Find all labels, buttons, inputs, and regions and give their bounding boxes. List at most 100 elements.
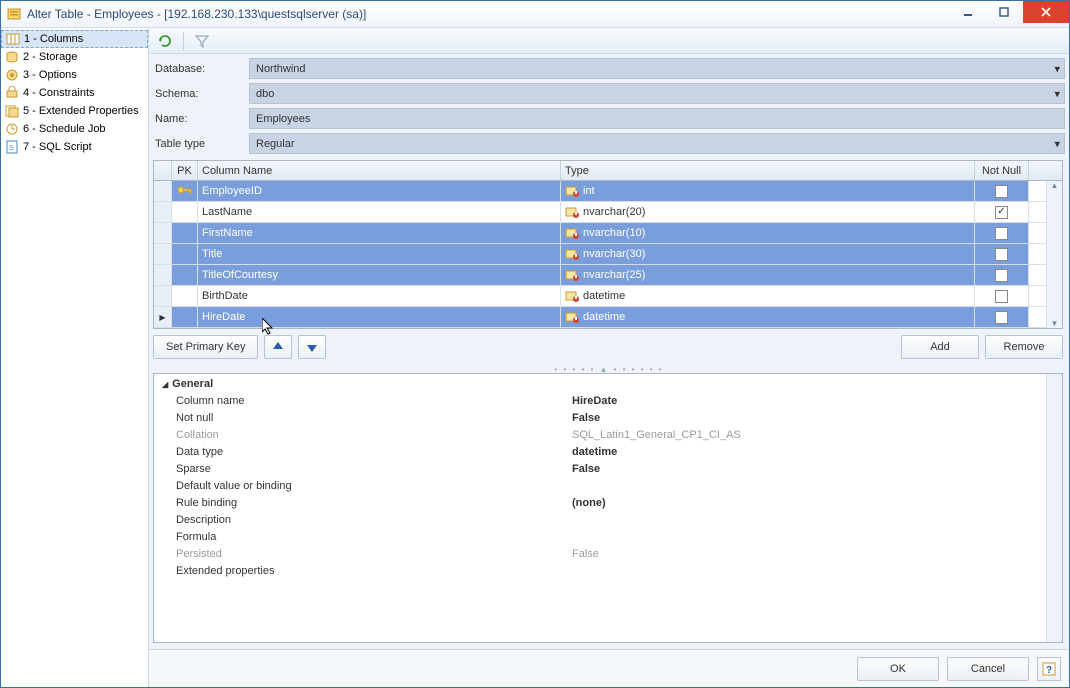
property-value: datetime bbox=[572, 446, 1038, 458]
cell-not-null[interactable] bbox=[975, 202, 1029, 222]
checkbox[interactable] bbox=[995, 248, 1008, 261]
cell-not-null[interactable] bbox=[975, 223, 1029, 243]
row-selector[interactable] bbox=[154, 223, 172, 243]
checkbox[interactable] bbox=[995, 311, 1008, 324]
splitter[interactable]: • • • • • ▲ • • • • • • bbox=[149, 365, 1069, 373]
filter-button[interactable] bbox=[192, 31, 212, 51]
property-row[interactable]: SparseFalse bbox=[162, 460, 1038, 477]
cell-column-name[interactable]: EmployeeID bbox=[198, 181, 561, 201]
cell-type[interactable]: datetime bbox=[561, 307, 975, 327]
datatype-icon bbox=[565, 268, 579, 282]
header-pk[interactable]: PK bbox=[172, 161, 198, 180]
sidebar-item-extended-properties[interactable]: 5 - Extended Properties bbox=[1, 102, 148, 120]
datatype-icon bbox=[565, 247, 579, 261]
cell-not-null[interactable] bbox=[975, 265, 1029, 285]
datatype-icon bbox=[565, 226, 579, 240]
scroll-down-icon[interactable]: ▼ bbox=[1051, 319, 1059, 328]
move-up-button[interactable] bbox=[264, 335, 292, 359]
tabletype-field[interactable]: Regular▾ bbox=[249, 133, 1065, 154]
table-row[interactable]: EmployeeIDint bbox=[154, 181, 1046, 202]
cell-column-name[interactable]: Title bbox=[198, 244, 561, 264]
table-row[interactable]: BirthDatedatetime bbox=[154, 286, 1046, 307]
property-row[interactable]: Rule binding(none) bbox=[162, 494, 1038, 511]
cancel-button[interactable]: Cancel bbox=[947, 657, 1029, 681]
maximize-button[interactable] bbox=[987, 1, 1021, 23]
checkbox[interactable] bbox=[995, 269, 1008, 282]
row-selector[interactable] bbox=[154, 244, 172, 264]
table-row[interactable]: TitleOfCourtesynvarchar(25) bbox=[154, 265, 1046, 286]
cell-pk[interactable] bbox=[172, 286, 198, 306]
property-row[interactable]: CollationSQL_Latin1_General_CP1_CI_AS bbox=[162, 426, 1038, 443]
cell-type[interactable]: nvarchar(30) bbox=[561, 244, 975, 264]
sidebar-item-sql-script[interactable]: S 7 - SQL Script bbox=[1, 138, 148, 156]
checkbox[interactable] bbox=[995, 227, 1008, 240]
minimize-button[interactable] bbox=[951, 1, 985, 23]
property-row[interactable]: Default value or binding bbox=[162, 477, 1038, 494]
checkbox[interactable] bbox=[995, 185, 1008, 198]
help-button[interactable]: ? bbox=[1037, 657, 1061, 681]
sidebar-item-options[interactable]: 3 - Options bbox=[1, 66, 148, 84]
table-row[interactable]: FirstNamenvarchar(10) bbox=[154, 223, 1046, 244]
cell-pk[interactable] bbox=[172, 307, 198, 327]
property-row[interactable]: PersistedFalse bbox=[162, 545, 1038, 562]
header-column-name[interactable]: Column Name bbox=[198, 161, 561, 180]
remove-button[interactable]: Remove bbox=[985, 335, 1063, 359]
scroll-up-icon[interactable]: ▲ bbox=[1051, 181, 1059, 190]
property-row[interactable]: Formula bbox=[162, 528, 1038, 545]
row-selector[interactable] bbox=[154, 286, 172, 306]
database-field[interactable]: Northwind▾ bbox=[249, 58, 1065, 79]
checkbox[interactable] bbox=[995, 206, 1008, 219]
cell-column-name[interactable]: TitleOfCourtesy bbox=[198, 265, 561, 285]
name-field[interactable]: Employees bbox=[249, 108, 1065, 129]
cell-not-null[interactable] bbox=[975, 244, 1029, 264]
cell-pk[interactable] bbox=[172, 265, 198, 285]
cell-not-null[interactable] bbox=[975, 286, 1029, 306]
table-row[interactable]: LastNamenvarchar(20) bbox=[154, 202, 1046, 223]
table-row[interactable]: HireDatedatetime bbox=[154, 307, 1046, 328]
cell-column-name[interactable]: BirthDate bbox=[198, 286, 561, 306]
checkbox[interactable] bbox=[995, 290, 1008, 303]
property-row[interactable]: Not nullFalse bbox=[162, 409, 1038, 426]
cell-type[interactable]: nvarchar(25) bbox=[561, 265, 975, 285]
sidebar-item-storage[interactable]: 2 - Storage bbox=[1, 48, 148, 66]
cell-type[interactable]: datetime bbox=[561, 286, 975, 306]
cell-pk[interactable] bbox=[172, 181, 198, 201]
property-row[interactable]: Description bbox=[162, 511, 1038, 528]
set-primary-key-button[interactable]: Set Primary Key bbox=[153, 335, 258, 359]
grid-scrollbar[interactable]: ▲ ▼ bbox=[1046, 181, 1062, 328]
row-selector[interactable] bbox=[154, 181, 172, 201]
cell-column-name[interactable]: LastName bbox=[198, 202, 561, 222]
schema-field[interactable]: dbo▾ bbox=[249, 83, 1065, 104]
close-button[interactable] bbox=[1023, 1, 1069, 23]
cell-not-null[interactable] bbox=[975, 307, 1029, 327]
row-selector[interactable] bbox=[154, 307, 172, 327]
cell-type[interactable]: nvarchar(20) bbox=[561, 202, 975, 222]
propgrid-scrollbar[interactable] bbox=[1046, 374, 1062, 642]
cell-column-name[interactable]: HireDate bbox=[198, 307, 561, 327]
row-selector[interactable] bbox=[154, 202, 172, 222]
move-down-button[interactable] bbox=[298, 335, 326, 359]
property-row[interactable]: Extended properties bbox=[162, 562, 1038, 579]
cell-pk[interactable] bbox=[172, 223, 198, 243]
cell-type[interactable]: int bbox=[561, 181, 975, 201]
property-group-general[interactable]: ◢ General bbox=[162, 378, 1038, 390]
property-row[interactable]: Data typedatetime bbox=[162, 443, 1038, 460]
cell-column-name[interactable]: FirstName bbox=[198, 223, 561, 243]
cell-type[interactable]: nvarchar(10) bbox=[561, 223, 975, 243]
add-button[interactable]: Add bbox=[901, 335, 979, 359]
row-selector[interactable] bbox=[154, 265, 172, 285]
ok-button[interactable]: OK bbox=[857, 657, 939, 681]
refresh-button[interactable] bbox=[155, 31, 175, 51]
cell-pk[interactable] bbox=[172, 244, 198, 264]
header-selector[interactable] bbox=[154, 161, 172, 180]
cell-not-null[interactable] bbox=[975, 181, 1029, 201]
header-not-null[interactable]: Not Null bbox=[975, 161, 1029, 180]
property-row[interactable]: Column nameHireDate bbox=[162, 392, 1038, 409]
cell-pk[interactable] bbox=[172, 202, 198, 222]
sidebar-item-columns[interactable]: 1 - Columns bbox=[1, 30, 148, 48]
sidebar-item-constraints[interactable]: 4 - Constraints bbox=[1, 84, 148, 102]
table-row[interactable]: Titlenvarchar(30) bbox=[154, 244, 1046, 265]
header-type[interactable]: Type bbox=[561, 161, 975, 180]
window-title: Alter Table - Employees - [192.168.230.1… bbox=[27, 7, 949, 21]
sidebar-item-schedule-job[interactable]: 6 - Schedule Job bbox=[1, 120, 148, 138]
